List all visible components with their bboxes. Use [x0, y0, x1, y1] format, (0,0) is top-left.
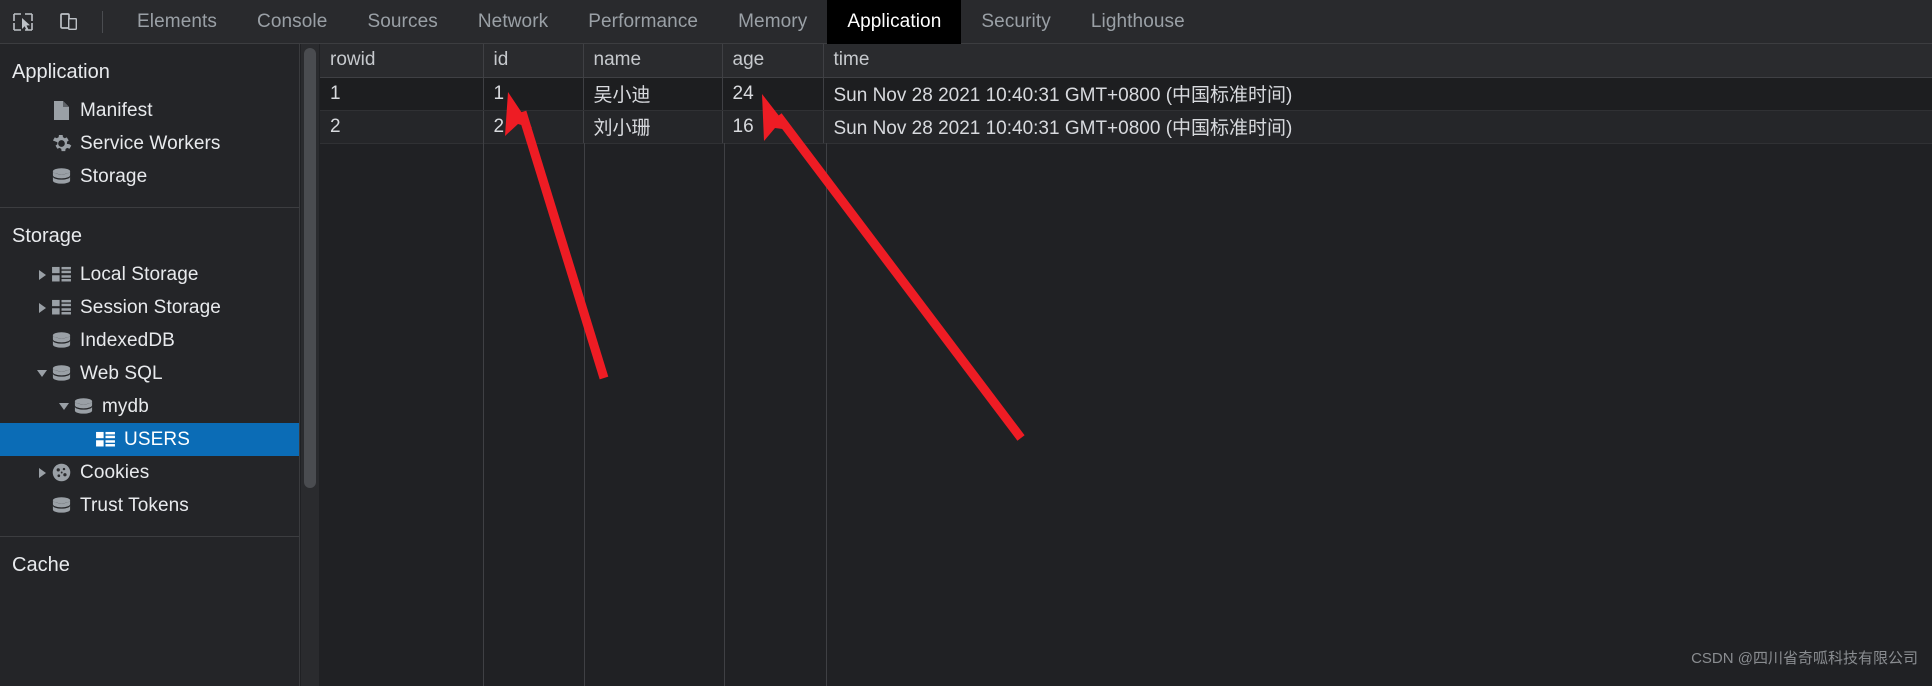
database-icon	[50, 166, 72, 188]
table-row[interactable]: 2 2 刘小珊 16 Sun Nov 28 2021 10:40:31 GMT+…	[320, 110, 1932, 144]
table-header-row: rowid id name age time	[320, 44, 1932, 78]
cell-rowid[interactable]: 1	[320, 77, 484, 111]
sidebar-item-indexeddb[interactable]: IndexedDB	[0, 324, 299, 357]
chevron-right-icon[interactable]	[34, 465, 50, 481]
sidebar-item-web-sql[interactable]: Web SQL	[0, 357, 299, 390]
web-sql-data-grid: rowid id name age time 1 1 吴小迪 24 Sun No…	[320, 44, 1932, 686]
sidebar-item-label: IndexedDB	[80, 329, 175, 351]
sidebar-section-cache-title: Cache	[12, 554, 70, 576]
column-header-id[interactable]: id	[483, 44, 584, 78]
sidebar-item-label: Cookies	[80, 461, 150, 483]
sidebar-item-label: Storage	[80, 165, 148, 187]
tab-performance[interactable]: Performance	[568, 0, 718, 44]
sidebar-item-mydb[interactable]: mydb	[0, 390, 299, 423]
inspect-cursor-icon[interactable]	[0, 0, 46, 44]
manifest-document-icon	[50, 100, 72, 122]
sidebar-item-label: Trust Tokens	[80, 494, 189, 516]
database-icon	[50, 330, 72, 352]
cookie-icon	[50, 462, 72, 484]
toolbar-separator	[102, 10, 103, 33]
tab-console[interactable]: Console	[237, 0, 347, 44]
cell-id[interactable]: 1	[483, 77, 584, 111]
cell-age[interactable]: 16	[722, 110, 824, 144]
cell-rowid[interactable]: 2	[320, 110, 484, 144]
sidebar-item-label: Manifest	[80, 99, 153, 121]
tab-lighthouse[interactable]: Lighthouse	[1071, 0, 1205, 44]
devtools-window: Elements Console Sources Network Perform…	[0, 0, 1932, 686]
column-header-rowid[interactable]: rowid	[320, 44, 484, 78]
sidebar-item-label: Web SQL	[80, 362, 163, 384]
database-icon	[50, 363, 72, 385]
database-icon	[50, 495, 72, 517]
column-header-name[interactable]: name	[583, 44, 723, 78]
sidebar-section-storage-title: Storage	[12, 225, 83, 247]
cell-id[interactable]: 2	[483, 110, 584, 144]
sidebar-item-local-storage[interactable]: Local Storage	[0, 258, 299, 291]
column-header-age[interactable]: age	[722, 44, 824, 78]
sidebar-item-cookies[interactable]: Cookies	[0, 456, 299, 489]
table-grid-icon	[50, 297, 72, 319]
sidebar-section-application-title: Application	[12, 61, 110, 83]
cell-time[interactable]: Sun Nov 28 2021 10:40:31 GMT+0800 (中国标准时…	[823, 77, 1932, 111]
device-toggle-icon[interactable]	[46, 0, 92, 44]
sidebar-item-label: Service Workers	[80, 132, 221, 154]
database-icon	[72, 396, 94, 418]
sidebar-item-storage[interactable]: Storage	[0, 160, 299, 193]
sidebar-item-label: Local Storage	[80, 263, 199, 285]
sidebar-item-label: USERS	[124, 428, 190, 450]
cell-name[interactable]: 吴小迪	[583, 77, 723, 111]
cell-time[interactable]: Sun Nov 28 2021 10:40:31 GMT+0800 (中国标准时…	[823, 110, 1932, 144]
column-header-time[interactable]: time	[823, 44, 1932, 78]
cell-age[interactable]: 24	[722, 77, 824, 111]
tab-memory[interactable]: Memory	[718, 0, 827, 44]
sidebar-scrollbar-thumb[interactable]	[304, 48, 316, 488]
sidebar-item-users[interactable]: USERS	[0, 423, 299, 456]
tab-sources[interactable]: Sources	[347, 0, 457, 44]
sidebar-item-session-storage[interactable]: Session Storage	[0, 291, 299, 324]
tab-application[interactable]: Application	[827, 0, 962, 44]
chevron-down-icon[interactable]	[34, 366, 50, 382]
table-grid-icon	[50, 264, 72, 286]
table-row[interactable]: 1 1 吴小迪 24 Sun Nov 28 2021 10:40:31 GMT+…	[320, 77, 1932, 111]
sidebar-item-trust-tokens[interactable]: Trust Tokens	[0, 489, 299, 522]
sidebar-item-manifest[interactable]: Manifest	[0, 94, 299, 127]
chevron-right-icon[interactable]	[34, 267, 50, 283]
sidebar-scrollbar[interactable]	[301, 44, 319, 686]
sidebar-item-service-workers[interactable]: Service Workers	[0, 127, 299, 160]
chevron-right-icon[interactable]	[34, 300, 50, 316]
tab-elements[interactable]: Elements	[117, 0, 237, 44]
sidebar-item-label: Session Storage	[80, 296, 221, 318]
cell-name[interactable]: 刘小珊	[583, 110, 723, 144]
csdn-watermark: CSDN @四川省奇呱科技有限公司	[1691, 650, 1918, 667]
application-sidebar: Application Manifest Service Workers Sto…	[0, 44, 300, 686]
devtools-tabbar: Elements Console Sources Network Perform…	[0, 0, 1932, 44]
gear-icon	[50, 133, 72, 155]
chevron-down-icon[interactable]	[56, 399, 72, 415]
sidebar-item-label: mydb	[102, 395, 149, 417]
tab-security[interactable]: Security	[961, 0, 1070, 44]
table-grid-icon	[94, 429, 116, 451]
tab-network[interactable]: Network	[458, 0, 568, 44]
